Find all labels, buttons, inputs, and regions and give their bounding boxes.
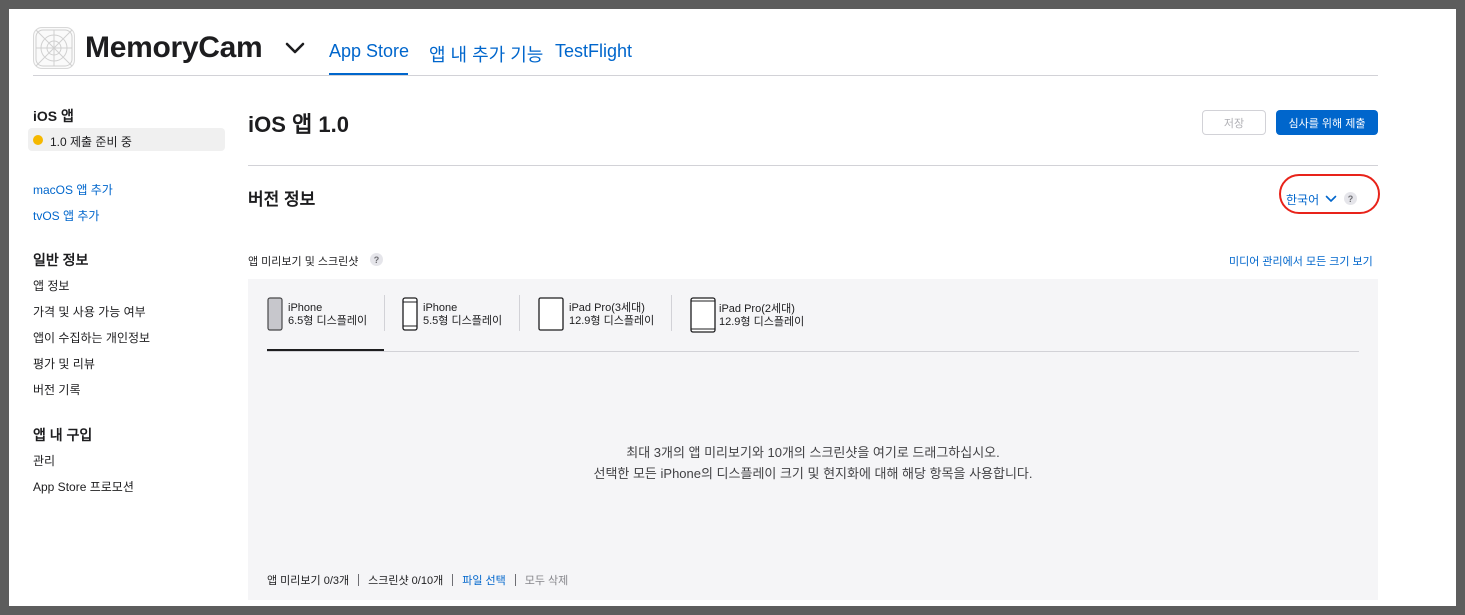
sidebar-item-pricing[interactable]: 가격 및 사용 가능 여부	[33, 303, 146, 320]
header-divider	[33, 75, 1378, 76]
annotation-highlight-ring	[1279, 174, 1380, 214]
sidebar-heading-iap: 앱 내 구입	[33, 427, 93, 443]
app-store-connect-page: MemoryCam App Store 앱 내 추가 기능 TestFlight…	[9, 9, 1456, 606]
device-tabs-divider	[267, 351, 1359, 352]
tab-separator	[519, 295, 520, 331]
ipad-icon	[538, 297, 564, 331]
app-name[interactable]: MemoryCam	[85, 31, 263, 65]
delete-all-link[interactable]: 모두 삭제	[525, 572, 569, 588]
preview-count: 앱 미리보기 0/3개	[267, 575, 350, 587]
media-manager-link[interactable]: 미디어 관리에서 모든 크기 보기	[1229, 253, 1373, 269]
add-macos-app-link[interactable]: macOS 앱 추가	[33, 181, 113, 198]
device-size: 5.5형 디스플레이	[423, 315, 503, 327]
tab-separator	[384, 295, 385, 331]
drop-instruction-line1: 최대 3개의 앱 미리보기와 10개의 스크린샷을 여기로 드래그하십시오.	[626, 445, 1000, 460]
sidebar-item-privacy[interactable]: 앱이 수집하는 개인정보	[33, 329, 150, 346]
sidebar-heading-general: 일반 정보	[33, 252, 89, 268]
sidebar-item-ratings[interactable]: 평가 및 리뷰	[33, 355, 95, 372]
device-name: iPad Pro(2세대)	[719, 303, 795, 315]
footer-separator	[358, 574, 360, 586]
iphone-icon	[402, 297, 418, 331]
tab-app-store[interactable]: App Store	[329, 41, 409, 62]
submit-for-review-button[interactable]: 심사를 위해 제출	[1276, 110, 1378, 135]
media-footer: 앱 미리보기 0/3개 스크린샷 0/10개 파일 선택 모두 삭제	[267, 572, 568, 588]
device-name: iPhone	[288, 302, 323, 314]
section-title: 버전 정보	[248, 190, 316, 209]
drop-instruction-line2: 선택한 모든 iPhone의 디스플레이 크기 및 현지화에 대해 해당 항목을…	[593, 466, 1033, 481]
tab-separator	[671, 295, 672, 331]
tab-testflight[interactable]: TestFlight	[555, 41, 632, 62]
sidebar-item-manage[interactable]: 관리	[33, 452, 55, 469]
chevron-down-icon[interactable]	[285, 41, 305, 55]
sidebar-item-version-history[interactable]: 버전 기록	[33, 381, 81, 398]
save-button[interactable]: 저장	[1202, 110, 1266, 135]
version-status-label[interactable]: 1.0 제출 준비 중	[50, 133, 132, 150]
footer-separator	[452, 574, 454, 586]
sidebar-heading-ios: iOS 앱	[33, 108, 74, 124]
device-name: iPhone	[423, 302, 458, 314]
screenshot-count: 스크린샷 0/10개	[368, 575, 444, 587]
device-size: 12.9형 디스플레이	[719, 316, 805, 328]
page-title: iOS 앱 1.0	[248, 112, 349, 137]
add-tvos-app-link[interactable]: tvOS 앱 추가	[33, 207, 99, 224]
tab-in-app-features[interactable]: 앱 내 추가 기능	[429, 41, 543, 67]
ipad-icon	[690, 297, 716, 333]
device-name: iPad Pro(3세대)	[569, 302, 645, 314]
footer-separator	[514, 574, 516, 586]
help-icon[interactable]: ?	[370, 253, 383, 266]
title-divider	[248, 165, 1378, 166]
iphone-icon	[267, 297, 283, 331]
device-size: 6.5형 디스플레이	[288, 315, 368, 327]
sidebar-item-app-info[interactable]: 앱 정보	[33, 277, 69, 294]
choose-file-link[interactable]: 파일 선택	[462, 572, 506, 588]
app-icon	[33, 27, 75, 69]
sidebar-item-promotions[interactable]: App Store 프로모션	[33, 478, 134, 495]
device-size: 12.9형 디스플레이	[569, 315, 655, 327]
active-device-indicator	[267, 349, 384, 351]
preview-section-label: 앱 미리보기 및 스크린샷	[248, 256, 359, 268]
status-dot-icon	[33, 135, 43, 145]
